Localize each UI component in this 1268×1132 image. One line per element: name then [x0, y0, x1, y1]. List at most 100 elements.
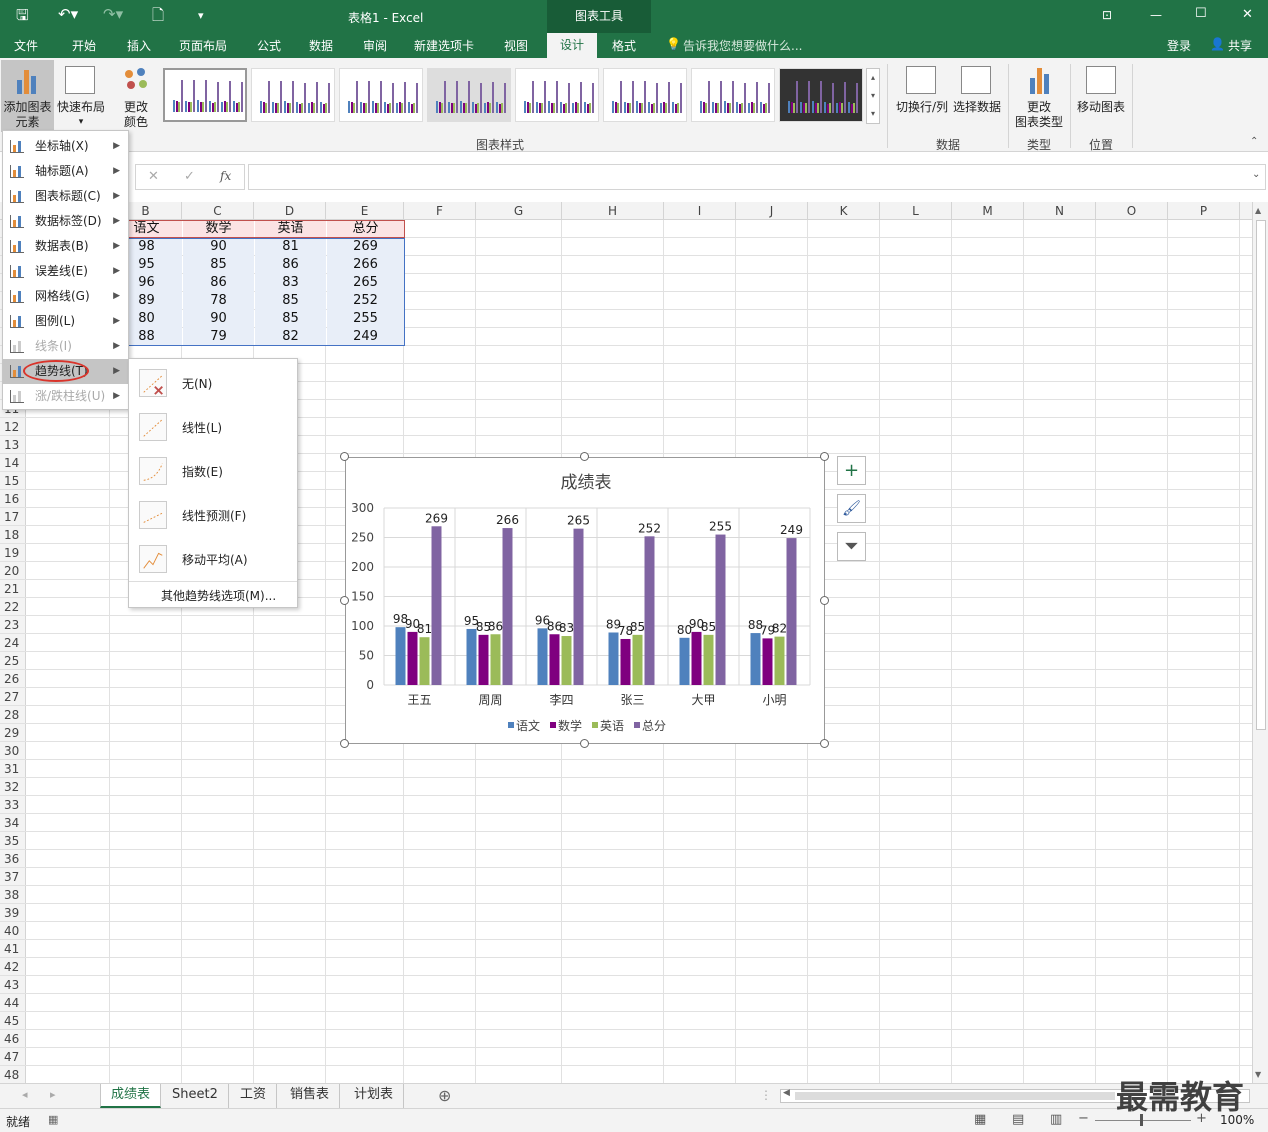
trendline-none[interactable]: 无(N) — [129, 361, 297, 405]
redo-icon[interactable]: ↷▾ — [103, 5, 123, 23]
sheet-tab-plan[interactable]: 计划表 — [344, 1084, 405, 1108]
hscroll-thumb[interactable] — [795, 1092, 1115, 1100]
column-header[interactable]: J — [736, 202, 808, 220]
customize-qat-icon[interactable]: ▾ — [198, 9, 204, 22]
zoom-slider[interactable] — [1095, 1120, 1191, 1121]
row-header[interactable]: 31 — [0, 760, 26, 778]
change-chart-type-button[interactable]: 更改 图表类型 — [1012, 60, 1066, 132]
chart-bar[interactable] — [478, 634, 489, 685]
row-header[interactable]: 33 — [0, 796, 26, 814]
cancel-icon[interactable]: ✕ — [148, 169, 159, 184]
chart-bar[interactable] — [419, 637, 430, 685]
menu-item-8[interactable]: 图例(L) ▶ — [3, 309, 128, 334]
zoom-out-button[interactable]: − — [1078, 1111, 1089, 1126]
resize-handle[interactable] — [820, 739, 829, 748]
chart-bar[interactable] — [537, 628, 548, 685]
row-header[interactable]: 18 — [0, 526, 26, 544]
chart-bar[interactable] — [750, 633, 761, 685]
menu-item-10[interactable]: 趋势线(T) ▶ — [3, 359, 128, 384]
column-header[interactable]: K — [808, 202, 880, 220]
chart-bar[interactable] — [774, 636, 785, 685]
row-header[interactable]: 29 — [0, 724, 26, 742]
column-header[interactable]: I — [664, 202, 736, 220]
column-header[interactable]: F — [404, 202, 476, 220]
chart-object[interactable]: 成绩表 0 50 100 150 200 250 300 王五 98 90 81 269 周周 95 85 8… — [345, 457, 825, 744]
formula-input[interactable] — [248, 164, 1266, 190]
tab-review[interactable]: 审阅 — [363, 37, 387, 54]
menu-item-6[interactable]: 误差线(E) ▶ — [3, 259, 128, 284]
row-header[interactable]: 35 — [0, 832, 26, 850]
tab-design[interactable]: 设计 — [547, 33, 597, 58]
page-break-view-icon[interactable]: ▥ — [1050, 1112, 1062, 1127]
row-header[interactable]: 42 — [0, 958, 26, 976]
row-header[interactable]: 22 — [0, 598, 26, 616]
row-header[interactable]: 16 — [0, 490, 26, 508]
minimize-button[interactable]: — — [1150, 8, 1162, 22]
chart-bar[interactable] — [407, 631, 418, 685]
trendline-linear-forecast[interactable]: 线性预测(F) — [129, 493, 297, 537]
tab-view[interactable]: 视图 — [504, 37, 528, 54]
chart-styles-brush-icon[interactable]: 🖌 — [837, 494, 866, 523]
sheet-tab-sheet2[interactable]: Sheet2 — [162, 1084, 229, 1108]
share-button[interactable]: 共享 — [1228, 37, 1252, 54]
row-header[interactable]: 13 — [0, 436, 26, 454]
column-header[interactable]: C — [182, 202, 254, 220]
row-header[interactable]: 41 — [0, 940, 26, 958]
tab-data[interactable]: 数据 — [309, 37, 333, 54]
menu-item-3[interactable]: 图表标题(C) ▶ — [3, 184, 128, 209]
row-header[interactable]: 12 — [0, 418, 26, 436]
switch-row-column-button[interactable]: 切换行/列 — [892, 60, 948, 132]
trendline-moving-average[interactable]: 移动平均(A) — [129, 537, 297, 581]
add-chart-element-button[interactable]: 添加图表 元素 — [1, 60, 54, 132]
chart-bar[interactable] — [703, 634, 714, 685]
scroll-down-icon[interactable]: ▼ — [1255, 1070, 1261, 1079]
tab-home[interactable]: 开始 — [72, 37, 96, 54]
chart-bar[interactable] — [620, 638, 631, 685]
column-header[interactable]: N — [1024, 202, 1096, 220]
resize-handle[interactable] — [340, 739, 349, 748]
chart-bar[interactable] — [762, 638, 773, 685]
scroll-thumb[interactable] — [1256, 220, 1266, 730]
row-header[interactable]: 23 — [0, 616, 26, 634]
tab-new[interactable]: 新建选项卡 — [414, 37, 474, 54]
row-header[interactable]: 45 — [0, 1012, 26, 1030]
row-header[interactable]: 39 — [0, 904, 26, 922]
row-header[interactable]: 47 — [0, 1048, 26, 1066]
chart-bar[interactable] — [644, 536, 655, 685]
menu-item-4[interactable]: 数据标签(D) ▶ — [3, 209, 128, 234]
row-header[interactable]: 30 — [0, 742, 26, 760]
row-header[interactable]: 36 — [0, 850, 26, 868]
more-trendline-options[interactable]: 其他趋势线选项(M)... — [161, 587, 276, 604]
column-header[interactable]: G — [476, 202, 562, 220]
tell-me-box[interactable]: 告诉我您想要做什么... — [683, 37, 802, 54]
chart-bar[interactable] — [502, 528, 513, 685]
row-header[interactable]: 20 — [0, 562, 26, 580]
menu-item-2[interactable]: 轴标题(A) ▶ — [3, 159, 128, 184]
row-header[interactable]: 27 — [0, 688, 26, 706]
trendline-exponential[interactable]: 指数(E) — [129, 449, 297, 493]
row-header[interactable]: 24 — [0, 634, 26, 652]
row-header[interactable]: 43 — [0, 976, 26, 994]
enter-icon[interactable]: ✓ — [184, 169, 195, 184]
chart-style-thumbnail[interactable] — [691, 68, 775, 122]
row-header[interactable]: 14 — [0, 454, 26, 472]
chart-bar[interactable] — [549, 634, 560, 685]
trendline-linear[interactable]: 线性(L) — [129, 405, 297, 449]
menu-item-1[interactable]: 坐标轴(X) ▶ — [3, 134, 128, 159]
resize-handle[interactable] — [820, 595, 829, 605]
row-header[interactable]: 46 — [0, 1030, 26, 1048]
chart-filter-icon[interactable]: ⏷ — [837, 532, 866, 561]
row-header[interactable]: 19 — [0, 544, 26, 562]
macro-record-icon[interactable]: ▦ — [48, 1113, 58, 1126]
normal-view-icon[interactable]: ▦ — [974, 1112, 986, 1127]
move-chart-button[interactable]: 移动图表 — [1074, 60, 1128, 132]
row-header[interactable]: 37 — [0, 868, 26, 886]
resize-handle[interactable] — [820, 452, 829, 461]
scroll-left-icon[interactable]: ◀ — [783, 1088, 790, 1098]
chart-bar[interactable] — [715, 534, 726, 685]
resize-handle[interactable] — [340, 452, 349, 461]
chart-bar[interactable] — [395, 627, 406, 685]
chart-bar[interactable] — [679, 637, 690, 685]
row-header[interactable]: 40 — [0, 922, 26, 940]
row-header[interactable]: 38 — [0, 886, 26, 904]
